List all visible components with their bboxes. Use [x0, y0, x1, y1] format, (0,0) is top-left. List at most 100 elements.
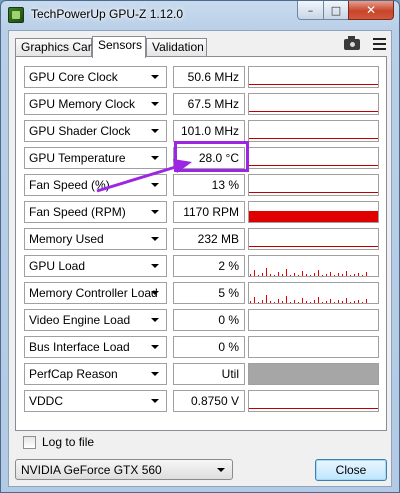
close-window-button[interactable]: ✕ — [348, 1, 394, 20]
sensor-value-text: 232 MB — [197, 232, 239, 246]
sensor-graph — [248, 147, 379, 169]
chevron-down-icon — [151, 291, 159, 295]
graph-spike — [278, 272, 279, 276]
client-area: Graphics Card Sensors Validation GPU Cor… — [8, 30, 392, 487]
sensor-name-dropdown[interactable]: GPU Load — [24, 255, 167, 277]
sensor-graph — [248, 66, 379, 88]
graph-spike — [286, 296, 287, 303]
graph-spike — [250, 301, 251, 303]
graph-spike — [298, 302, 299, 303]
graph-spike — [270, 301, 271, 303]
sensor-name-dropdown[interactable]: Fan Speed (RPM) — [24, 201, 167, 223]
sensor-name-label: Fan Speed (RPM) — [29, 205, 126, 219]
graph-spike — [366, 299, 367, 303]
sensor-name-dropdown[interactable]: VDDC — [24, 390, 167, 412]
sensor-graph — [248, 255, 379, 277]
chevron-down-icon — [151, 237, 159, 241]
graph-spike — [262, 300, 263, 303]
sensor-value-text: 0 % — [218, 313, 239, 327]
sensor-graph — [248, 363, 379, 385]
graph-spike — [334, 302, 335, 303]
graph-spike — [290, 302, 291, 303]
sensor-name-label: GPU Core Clock — [29, 70, 118, 84]
sensor-value: 1170 RPM — [173, 201, 245, 223]
graph-fill — [249, 364, 378, 384]
sensor-name-label: Bus Interface Load — [29, 340, 130, 354]
sensor-name-label: VDDC — [29, 394, 64, 408]
graph-spike — [322, 275, 323, 276]
sensor-name-label: PerfCap Reason — [29, 367, 118, 381]
sensor-name-dropdown[interactable]: Memory Controller Load — [24, 282, 167, 304]
sensor-row: Bus Interface Load 0 % — [24, 336, 380, 358]
tab-sensors[interactable]: Sensors — [92, 36, 146, 58]
sensor-row: Video Engine Load 0 % — [24, 309, 380, 331]
graph-spike — [282, 301, 283, 303]
graph-line — [249, 192, 378, 193]
sensor-name-dropdown[interactable]: GPU Core Clock — [24, 66, 167, 88]
sensor-name-dropdown[interactable]: PerfCap Reason — [24, 363, 167, 385]
graph-spike — [366, 272, 367, 276]
tab-graphics-card[interactable]: Graphics Card — [15, 38, 98, 57]
sensor-graph — [248, 120, 379, 142]
window-title: TechPowerUp GPU-Z 1.12.0 — [31, 7, 184, 21]
graph-spike — [330, 272, 331, 276]
graph-spike — [306, 274, 307, 276]
sensor-value-text: 1170 RPM — [183, 205, 239, 219]
sensor-name-dropdown[interactable]: GPU Memory Clock — [24, 93, 167, 115]
sensor-name-dropdown[interactable]: Fan Speed (%) — [24, 174, 167, 196]
sensor-value: Util — [173, 363, 245, 385]
gpu-select-dropdown[interactable]: NVIDIA GeForce GTX 560 — [15, 459, 233, 480]
sensor-value-text: 50.6 MHz — [187, 70, 239, 84]
sensor-value-text: Util — [221, 367, 239, 381]
graph-spike — [282, 274, 283, 276]
sensors-panel: GPU Core Clock 50.6 MHz GPU Memory Clock 67… — [15, 56, 387, 431]
log-to-file-label[interactable]: Log to file — [42, 435, 94, 449]
chevron-down-icon — [151, 210, 159, 214]
sensor-graph — [248, 282, 379, 304]
graph-spike — [262, 273, 263, 276]
graph-spike — [250, 274, 251, 276]
graph-spike — [274, 302, 275, 303]
sensor-name-dropdown[interactable]: Video Engine Load — [24, 309, 167, 331]
graph-spike — [274, 275, 275, 276]
sensor-name-dropdown[interactable]: Memory Used — [24, 228, 167, 250]
graph-spike — [346, 298, 347, 303]
camera-icon[interactable] — [344, 36, 360, 50]
tab-validation[interactable]: Validation — [146, 38, 207, 57]
sensor-graph — [248, 201, 379, 223]
chevron-down-icon — [151, 372, 159, 376]
sensor-value: 0 % — [173, 336, 245, 358]
sensor-value-text: 0 % — [218, 340, 239, 354]
graph-spike — [254, 270, 255, 276]
graph-spike — [306, 301, 307, 303]
sensor-name-dropdown[interactable]: GPU Shader Clock — [24, 120, 167, 142]
chevron-down-icon — [217, 468, 225, 472]
hamburger-menu-icon[interactable] — [373, 38, 386, 50]
sensor-name-label: Video Engine Load — [29, 313, 131, 327]
title-bar[interactable]: TechPowerUp GPU-Z 1.12.0 – □ ✕ — [1, 1, 399, 28]
sensor-graph — [248, 174, 379, 196]
chevron-down-icon — [151, 102, 159, 106]
chevron-down-icon — [151, 264, 159, 268]
sensor-row: Fan Speed (%) 13 % — [24, 174, 380, 196]
graph-spike — [290, 275, 291, 276]
sensor-name-dropdown[interactable]: GPU Temperature — [24, 147, 167, 169]
graph-spike — [354, 274, 355, 276]
graph-spike — [310, 302, 311, 303]
graph-spike — [298, 275, 299, 276]
maximize-button[interactable]: □ — [323, 1, 349, 20]
sensor-row: PerfCap Reason Util — [24, 363, 380, 385]
graph-line — [249, 138, 378, 139]
graph-spike — [342, 301, 343, 303]
chevron-down-icon — [151, 183, 159, 187]
sensor-name-label: GPU Load — [29, 259, 86, 273]
minimize-button[interactable]: – — [297, 1, 324, 20]
sensor-value: 2 % — [173, 255, 245, 277]
graph-spike — [334, 275, 335, 276]
graph-spike — [350, 275, 351, 276]
sensor-value: 232 MB — [173, 228, 245, 250]
graph-spike — [254, 297, 255, 303]
sensor-name-dropdown[interactable]: Bus Interface Load — [24, 336, 167, 358]
log-to-file-checkbox[interactable] — [23, 436, 36, 449]
close-button[interactable]: Close — [315, 459, 387, 481]
